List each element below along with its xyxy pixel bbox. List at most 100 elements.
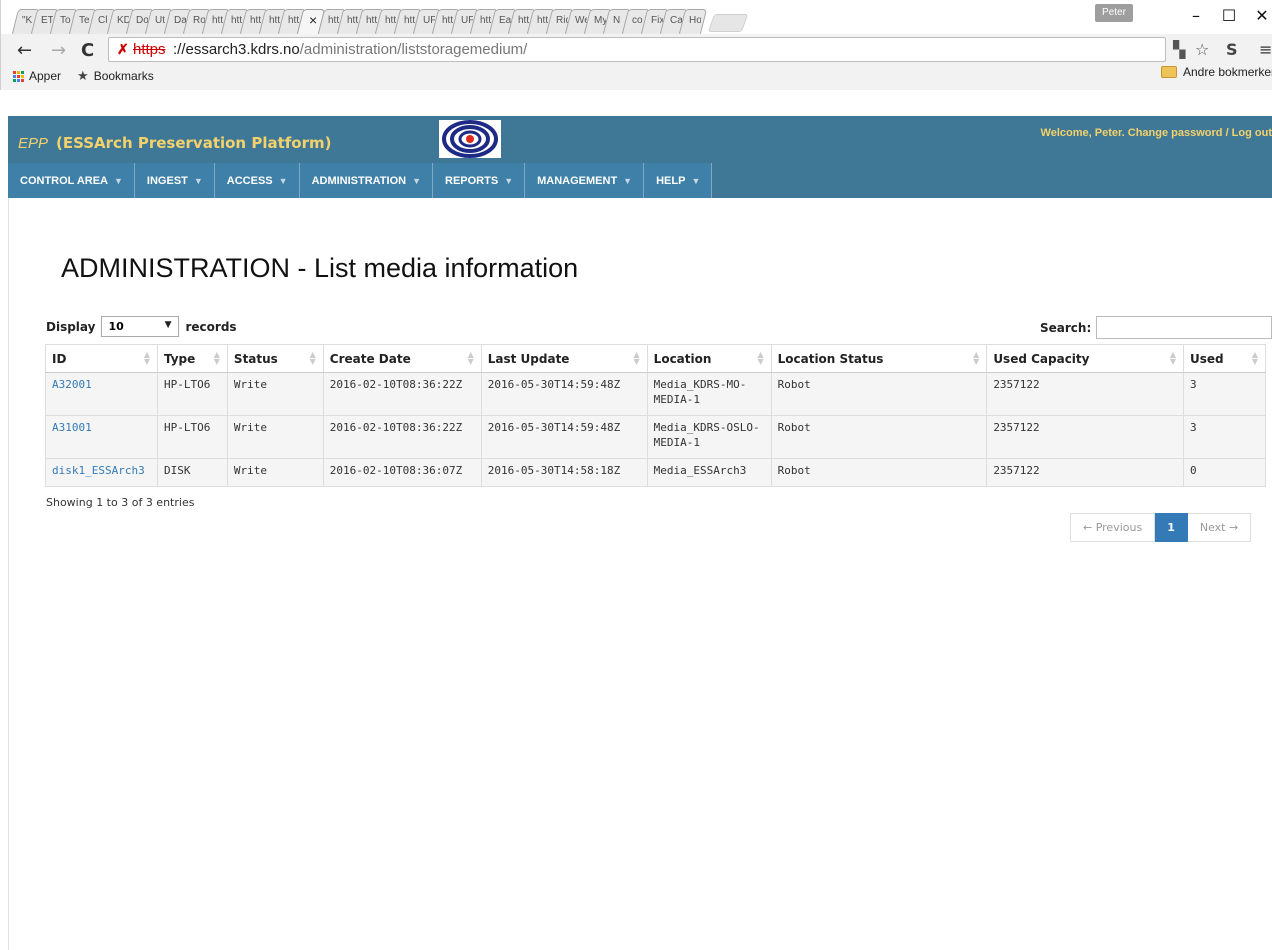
pagination: ← Previous 1 Next → — [1070, 513, 1252, 542]
url-path: /administration/liststoragemedium/ — [299, 41, 528, 58]
browser-tabstrip: "K ET To Te Cl KD Do Ut Da Ro htt htt htt htt htt × htt h… — [0, 0, 1272, 34]
column-header-used[interactable]: Used ▲ ▼ — [1183, 344, 1266, 373]
new-tab-button[interactable] — [707, 14, 749, 32]
page-border — [8, 198, 9, 950]
table-cell: Robot — [770, 372, 988, 416]
forward-arrow-icon[interactable]: → — [51, 40, 66, 61]
media-id-link[interactable]: A32001 — [52, 378, 92, 391]
maximize-button[interactable]: ☐ — [1214, 6, 1244, 25]
column-header-label: Used — [1190, 351, 1224, 366]
column-header-last-update[interactable]: Last Update ▲ ▼ — [480, 344, 648, 373]
sort-icon: ▲ ▼ — [213, 350, 220, 366]
column-header-id[interactable]: ID ▲ ▼ — [45, 344, 158, 373]
page-1-button[interactable]: 1 — [1155, 513, 1188, 542]
browser-tab[interactable]: Ho — [678, 9, 708, 34]
column-header-create-date[interactable]: Create Date ▲ ▼ — [322, 344, 482, 373]
menu-item-ingest[interactable]: INGEST ▼ — [134, 163, 215, 198]
caret-down-icon: ▼ — [623, 175, 633, 186]
other-bookmarks[interactable]: Andre bokmerker — [1161, 65, 1272, 79]
table-cell: DISK — [156, 458, 228, 487]
table-cell: HP-LTO6 — [156, 415, 228, 459]
table-cell: 2016-02-10T08:36:22Z — [322, 372, 482, 416]
translate-icon[interactable]: ▚ — [1173, 40, 1185, 59]
table-cell: 2016-02-10T08:36:07Z — [322, 458, 482, 487]
display-label: Display — [46, 319, 96, 334]
sort-icon: ▲ ▼ — [633, 350, 640, 366]
tab-list: "K ET To Te Cl KD Do Ut Da Ro htt htt htt htt htt × htt h… — [11, 9, 749, 34]
url-text: ://essarch3.kdrs.no/administration/lists… — [173, 41, 527, 58]
column-header-type[interactable]: Type ▲ ▼ — [156, 344, 228, 373]
bookmark-bookmarks[interactable]: Bookmarks — [94, 69, 154, 83]
table-cell: Robot — [770, 415, 988, 459]
column-header-used-capacity[interactable]: Used Capacity ▲ ▼ — [986, 344, 1185, 373]
column-header-label: Location — [653, 351, 712, 366]
table-cell: 2016-05-30T14:59:48Z — [480, 372, 648, 416]
menu-item-reports[interactable]: REPORTS ▼ — [433, 163, 526, 198]
column-header-location[interactable]: Location ▲ ▼ — [646, 344, 772, 373]
column-header-label: Location Status — [777, 351, 884, 366]
column-header-label: Used Capacity — [993, 351, 1090, 366]
menu-item-control-area[interactable]: CONTROL AREA ▼ — [8, 163, 135, 198]
caret-down-icon: ▼ — [193, 175, 203, 186]
column-header-label: ID — [52, 351, 67, 366]
sort-icon: ▲ ▼ — [1251, 350, 1258, 366]
menu-item-label: MANAGEMENT — [537, 174, 618, 187]
media-id-link[interactable]: disk1_ESSArch3 — [52, 464, 145, 477]
column-header-location-status[interactable]: Location Status ▲ ▼ — [770, 344, 988, 373]
table-cell: Media_KDRS-OSLO-MEDIA-1 — [646, 415, 772, 459]
table-cell: Robot — [770, 458, 988, 487]
table-cell: 2357122 — [986, 372, 1185, 416]
profile-badge[interactable]: Peter — [1095, 4, 1133, 22]
sort-icon: ▲ ▼ — [757, 350, 764, 366]
close-window-button[interactable]: ✕ — [1247, 6, 1272, 25]
table-cell: 0 — [1183, 458, 1266, 487]
menu-item-label: INGEST — [146, 174, 188, 187]
main-menu-bar: CONTROL AREA ▼ INGEST ▼ ACCESS ▼ ADMINISTRATIO… — [8, 163, 1272, 198]
media-id-link[interactable]: A31001 — [52, 421, 92, 434]
bookmark-star-icon[interactable]: ☆ — [1195, 40, 1209, 59]
previous-page-button[interactable]: ← Previous — [1070, 513, 1156, 542]
menu-item-label: ADMINISTRATION — [311, 174, 407, 187]
caret-down-icon: ▼ — [114, 175, 123, 186]
minimize-button[interactable]: – — [1181, 6, 1211, 25]
media-table: ID ▲ ▼ Type ▲ ▼ Status ▲ ▼ Create Date ▲ ▼ Last Upda… — [45, 344, 1266, 487]
address-bar[interactable]: ✗ https ://essarch3.kdrs.no/administrati… — [108, 37, 1166, 62]
search-control: Search: — [1040, 316, 1272, 339]
menu-icon[interactable]: ≡ — [1259, 40, 1272, 59]
menu-item-administration[interactable]: ADMINISTRATION ▼ — [299, 163, 433, 198]
menu-item-label: CONTROL AREA — [20, 174, 108, 187]
column-header-label: Type — [163, 351, 196, 366]
back-arrow-icon[interactable]: ← — [17, 40, 32, 61]
menu-item-management[interactable]: MANAGEMENT ▼ — [525, 163, 645, 198]
other-bookmarks-label: Andre bokmerker — [1183, 65, 1272, 79]
table-cell: A31001 — [45, 415, 158, 459]
table-row: A32001 HP-LTO6 Write 2016-02-10T08:36:22Z 20… — [45, 372, 1266, 416]
next-page-button[interactable]: Next → — [1187, 513, 1252, 542]
brand-full: (ESSArch Preservation Platform) — [56, 134, 332, 152]
table-body: A32001 HP-LTO6 Write 2016-02-10T08:36:22Z 20… — [45, 372, 1266, 487]
extension-icon[interactable]: S — [1226, 40, 1238, 59]
welcome-text[interactable]: Welcome, Peter. Change password / Log ou… — [1041, 127, 1272, 139]
bookmark-apps[interactable]: Apper — [29, 69, 61, 83]
table-cell: Media_ESSArch3 — [646, 458, 772, 487]
table-cell: Write — [226, 415, 324, 459]
display-length-control: Display 10 ▼ records — [46, 316, 237, 337]
sort-icon: ▲ ▼ — [973, 350, 980, 366]
menu-item-access[interactable]: ACCESS ▼ — [214, 163, 300, 198]
caret-down-icon: ▼ — [504, 175, 514, 186]
menu-item-help[interactable]: HELP ▼ — [644, 163, 713, 198]
sort-icon: ▲ ▼ — [309, 350, 316, 366]
menu-item-label: ACCESS — [226, 174, 273, 187]
url-scheme: https — [133, 41, 166, 58]
table-row: A31001 HP-LTO6 Write 2016-02-10T08:36:22Z 20… — [45, 415, 1266, 459]
search-input[interactable] — [1096, 316, 1272, 339]
brand[interactable]: EPP (ESSArch Preservation Platform) — [18, 134, 331, 152]
reload-icon[interactable]: C — [81, 40, 94, 61]
caret-down-icon: ▼ — [412, 175, 421, 186]
records-per-page-select[interactable]: 10 — [101, 316, 180, 337]
table-cell: 3 — [1183, 372, 1266, 416]
table-cell: 3 — [1183, 415, 1266, 459]
column-header-label: Status — [233, 351, 278, 366]
column-header-status[interactable]: Status ▲ ▼ — [226, 344, 324, 373]
table-cell: 2016-02-10T08:36:22Z — [322, 415, 482, 459]
